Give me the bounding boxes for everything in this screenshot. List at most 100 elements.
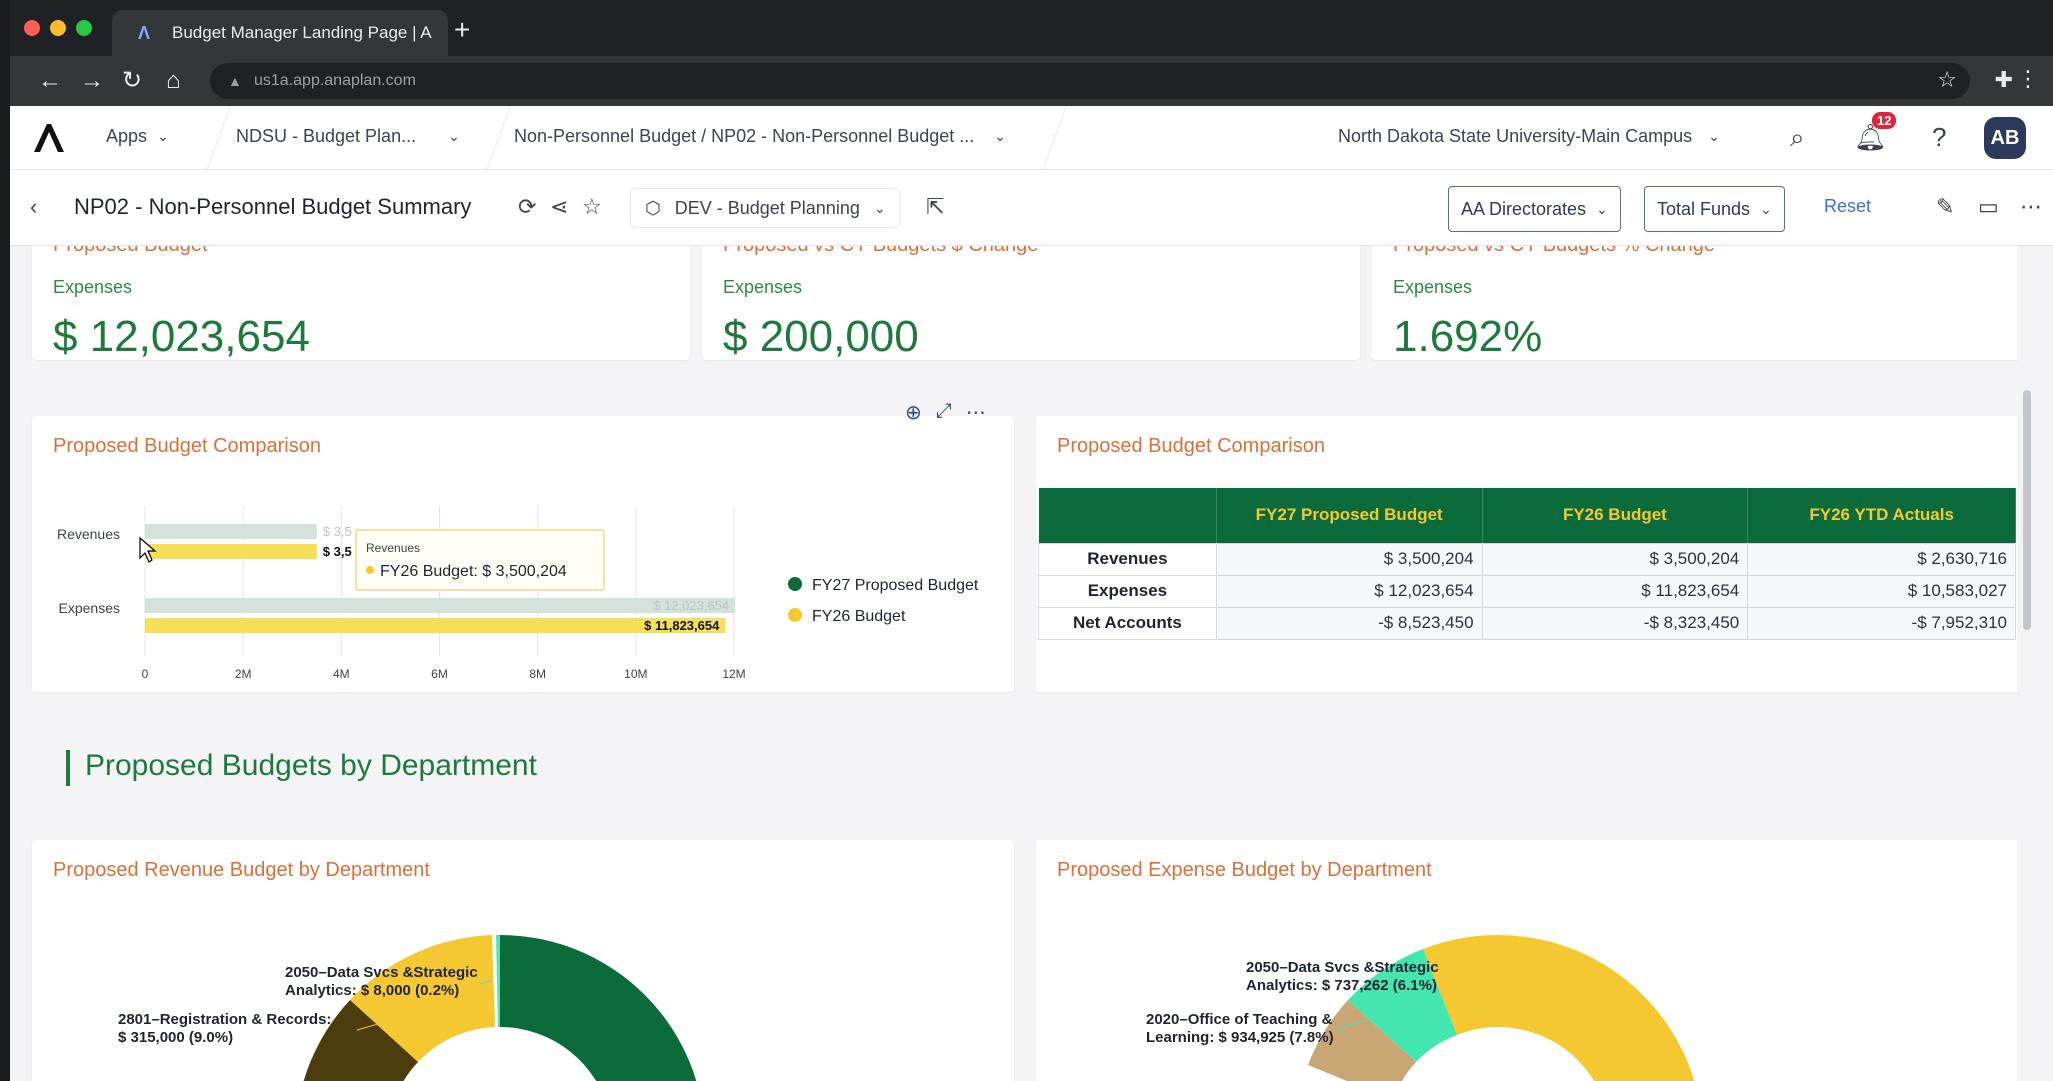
address-bar[interactable]: ▲ us1a.app.anaplan.com — [210, 63, 1970, 99]
donut-slice — [496, 935, 500, 1027]
tooltip-category: Revenues — [366, 541, 420, 555]
refresh-icon[interactable]: ⟳ — [518, 194, 536, 220]
context-label: North Dakota State University-Main Campu… — [1338, 126, 1693, 146]
donut-slice — [500, 935, 697, 1081]
bar-0 — [145, 524, 317, 539]
extensions-icon[interactable]: ✚ — [1995, 67, 2013, 93]
home-icon[interactable]: ⌂ — [166, 66, 181, 96]
bar-1 — [145, 618, 726, 633]
expense-donut-chart[interactable]: 2050–Data Svcs &Strategic Analytics: $ 73… — [1036, 840, 2020, 1081]
table-row: Expenses $ 12,023,654 $ 11,823,654 $ 10,… — [1038, 574, 2016, 608]
scrollbar-thumb[interactable] — [2023, 390, 2031, 630]
table-cell[interactable]: -$ 8,523,450 — [1215, 606, 1483, 640]
anaplan-favicon-icon: Λ — [138, 23, 151, 43]
reload-icon[interactable]: ↻ — [122, 66, 142, 96]
more-options-icon[interactable]: ⋯ — [2020, 194, 2042, 220]
table-cell[interactable]: $ 10,583,027 — [1747, 574, 2016, 608]
column-header — [1038, 488, 1217, 543]
kpi-subtitle: Expenses — [53, 277, 133, 297]
x-tick-label: 12M — [722, 667, 745, 681]
tooltip-value: FY26 Budget: $ 3,500,204 — [380, 563, 567, 580]
table-cell[interactable]: $ 3,500,204 — [1481, 542, 1749, 576]
browser-tab[interactable]: Λ Budget Manager Landing Page | A — [112, 10, 448, 56]
favorite-star-icon[interactable]: ☆ — [582, 194, 602, 220]
page-content: Proposed Budget Expenses $ 12,023,654 Pr… — [10, 246, 2035, 1081]
maximize-window-button[interactable] — [76, 20, 92, 36]
bar-0 — [145, 598, 736, 613]
filter-label: AA Directorates — [1461, 198, 1587, 219]
kpi-title: Proposed vs CY Budgets $ Change — [723, 246, 1038, 257]
funds-filter[interactable]: Total Funds ⌄ — [1644, 186, 1785, 232]
notification-count-badge: 12 — [1872, 112, 1897, 129]
chevron-down-icon: ⌄ — [1760, 200, 1772, 217]
edit-pencil-icon[interactable]: ✎ — [1936, 194, 1954, 220]
model-selector[interactable]: NDSU - Budget Plan... ⌄ — [236, 126, 460, 147]
back-arrow-icon[interactable]: ← — [38, 66, 62, 96]
user-avatar[interactable]: AB — [1984, 117, 2026, 159]
slice-label: 2050–Data Svcs &Strategic Analytics: $ 73… — [1246, 959, 1439, 994]
directorates-filter[interactable]: AA Directorates ⌄ — [1448, 186, 1621, 232]
table-cell[interactable]: -$ 7,952,310 — [1747, 606, 2016, 640]
section-title: Proposed Budgets by Department — [85, 749, 537, 782]
data-label: $ 12,023,654 — [653, 598, 729, 613]
model-label: NDSU - Budget Plan... — [236, 126, 417, 146]
anaplan-logo-icon[interactable] — [30, 120, 66, 156]
open-external-icon[interactable]: ⇱ — [926, 194, 944, 220]
table-cell[interactable]: $ 3,500,204 — [1215, 542, 1483, 576]
table-row: Revenues $ 3,500,204 $ 3,500,204 $ 2,630… — [1038, 542, 2016, 576]
comments-icon[interactable]: ▭ — [1978, 194, 1999, 220]
apps-label: Apps — [106, 126, 148, 146]
help-icon[interactable]: ? — [1932, 122, 1946, 153]
kpi-title: Proposed Budget — [53, 246, 208, 257]
search-icon[interactable]: ⌕ — [1790, 122, 1805, 154]
page-path-selector[interactable]: Non-Personnel Budget / NP02 - Non-Person… — [514, 126, 1006, 147]
expense-donut-card: Proposed Expense Budget by Department 20… — [1036, 840, 2020, 1081]
comparison-bar-chart[interactable]: 0 2M 4M 6M 8M 10M 12M Revenues $ 3,5 $ 3,5 Expense… — [32, 416, 1014, 692]
section-accent-bar — [66, 750, 70, 786]
chevron-down-icon: ⌄ — [448, 128, 460, 144]
context-selector[interactable]: North Dakota State University-Main Campu… — [1338, 126, 1720, 147]
browser-menu-icon[interactable]: ⋮ — [2017, 66, 2039, 92]
site-info-icon[interactable]: ▲ — [228, 63, 242, 99]
reset-button[interactable]: Reset — [1824, 196, 1871, 217]
kpi-value: 1.692% — [1393, 312, 1543, 361]
column-header: FY26 YTD Actuals — [1747, 488, 2016, 543]
back-chevron-icon[interactable]: ‹ — [30, 194, 37, 220]
minimize-window-button[interactable] — [50, 20, 66, 36]
table-cell[interactable]: $ 11,823,654 — [1481, 574, 1749, 608]
table-cell[interactable]: $ 12,023,654 — [1215, 574, 1483, 608]
add-comment-icon[interactable]: ⊕ — [905, 400, 922, 425]
donut-slice — [1498, 935, 1695, 1081]
forward-arrow-icon[interactable]: → — [80, 66, 104, 96]
page-scrollbar[interactable] — [2017, 246, 2035, 1081]
more-options-icon[interactable]: ⋯ — [966, 400, 986, 425]
tooltip-box — [355, 529, 605, 591]
bookmark-star-icon[interactable]: ☆ — [1937, 67, 1957, 93]
slice-label: 2020–Office of Teaching & Learning: $ 934… — [1146, 1011, 1334, 1046]
workspace-selector[interactable]: ⬡ DEV - Budget Planning ⌄ — [630, 188, 901, 228]
expand-icon[interactable]: ⤢ — [936, 400, 952, 425]
url-text: us1a.app.anaplan.com — [254, 72, 416, 89]
chevron-down-icon: ⌄ — [873, 199, 886, 216]
page-path-label: Non-Personnel Budget / NP02 - Non-Person… — [514, 126, 975, 146]
kpi-card: Proposed vs CY Budgets $ Change Expenses… — [702, 246, 1360, 361]
chevron-down-icon: ⌄ — [1708, 128, 1720, 144]
apps-menu[interactable]: Apps ⌄ — [106, 126, 169, 147]
browser-window: Λ Budget Manager Landing Page | A + ← → … — [10, 0, 2053, 1081]
legend-swatch — [788, 608, 802, 622]
share-icon[interactable]: ⋖ — [550, 194, 568, 220]
table-cell[interactable]: -$ 8,323,450 — [1481, 606, 1749, 640]
table-title: Proposed Budget Comparison — [1057, 435, 1325, 457]
revenue-donut-chart[interactable]: 2050–Data Svcs &Strategic Analytics: $ 8,… — [32, 840, 1014, 1081]
kpi-value: $ 200,000 — [723, 312, 919, 361]
table-cell[interactable]: $ 2,630,716 — [1747, 542, 2016, 576]
x-tick-label: 10M — [624, 667, 647, 681]
x-tick-label: 2M — [235, 667, 252, 681]
close-window-button[interactable] — [24, 20, 40, 36]
x-tick-label: 0 — [142, 667, 149, 681]
page-toolbar: ‹ NP02 - Non-Personnel Budget Summary ⟳ … — [10, 170, 2053, 246]
row-label: Revenues — [1038, 542, 1217, 576]
new-tab-button[interactable]: + — [454, 14, 470, 46]
kpi-card: Proposed Budget Expenses $ 12,023,654 — [32, 246, 690, 361]
legend-swatch — [788, 577, 802, 591]
